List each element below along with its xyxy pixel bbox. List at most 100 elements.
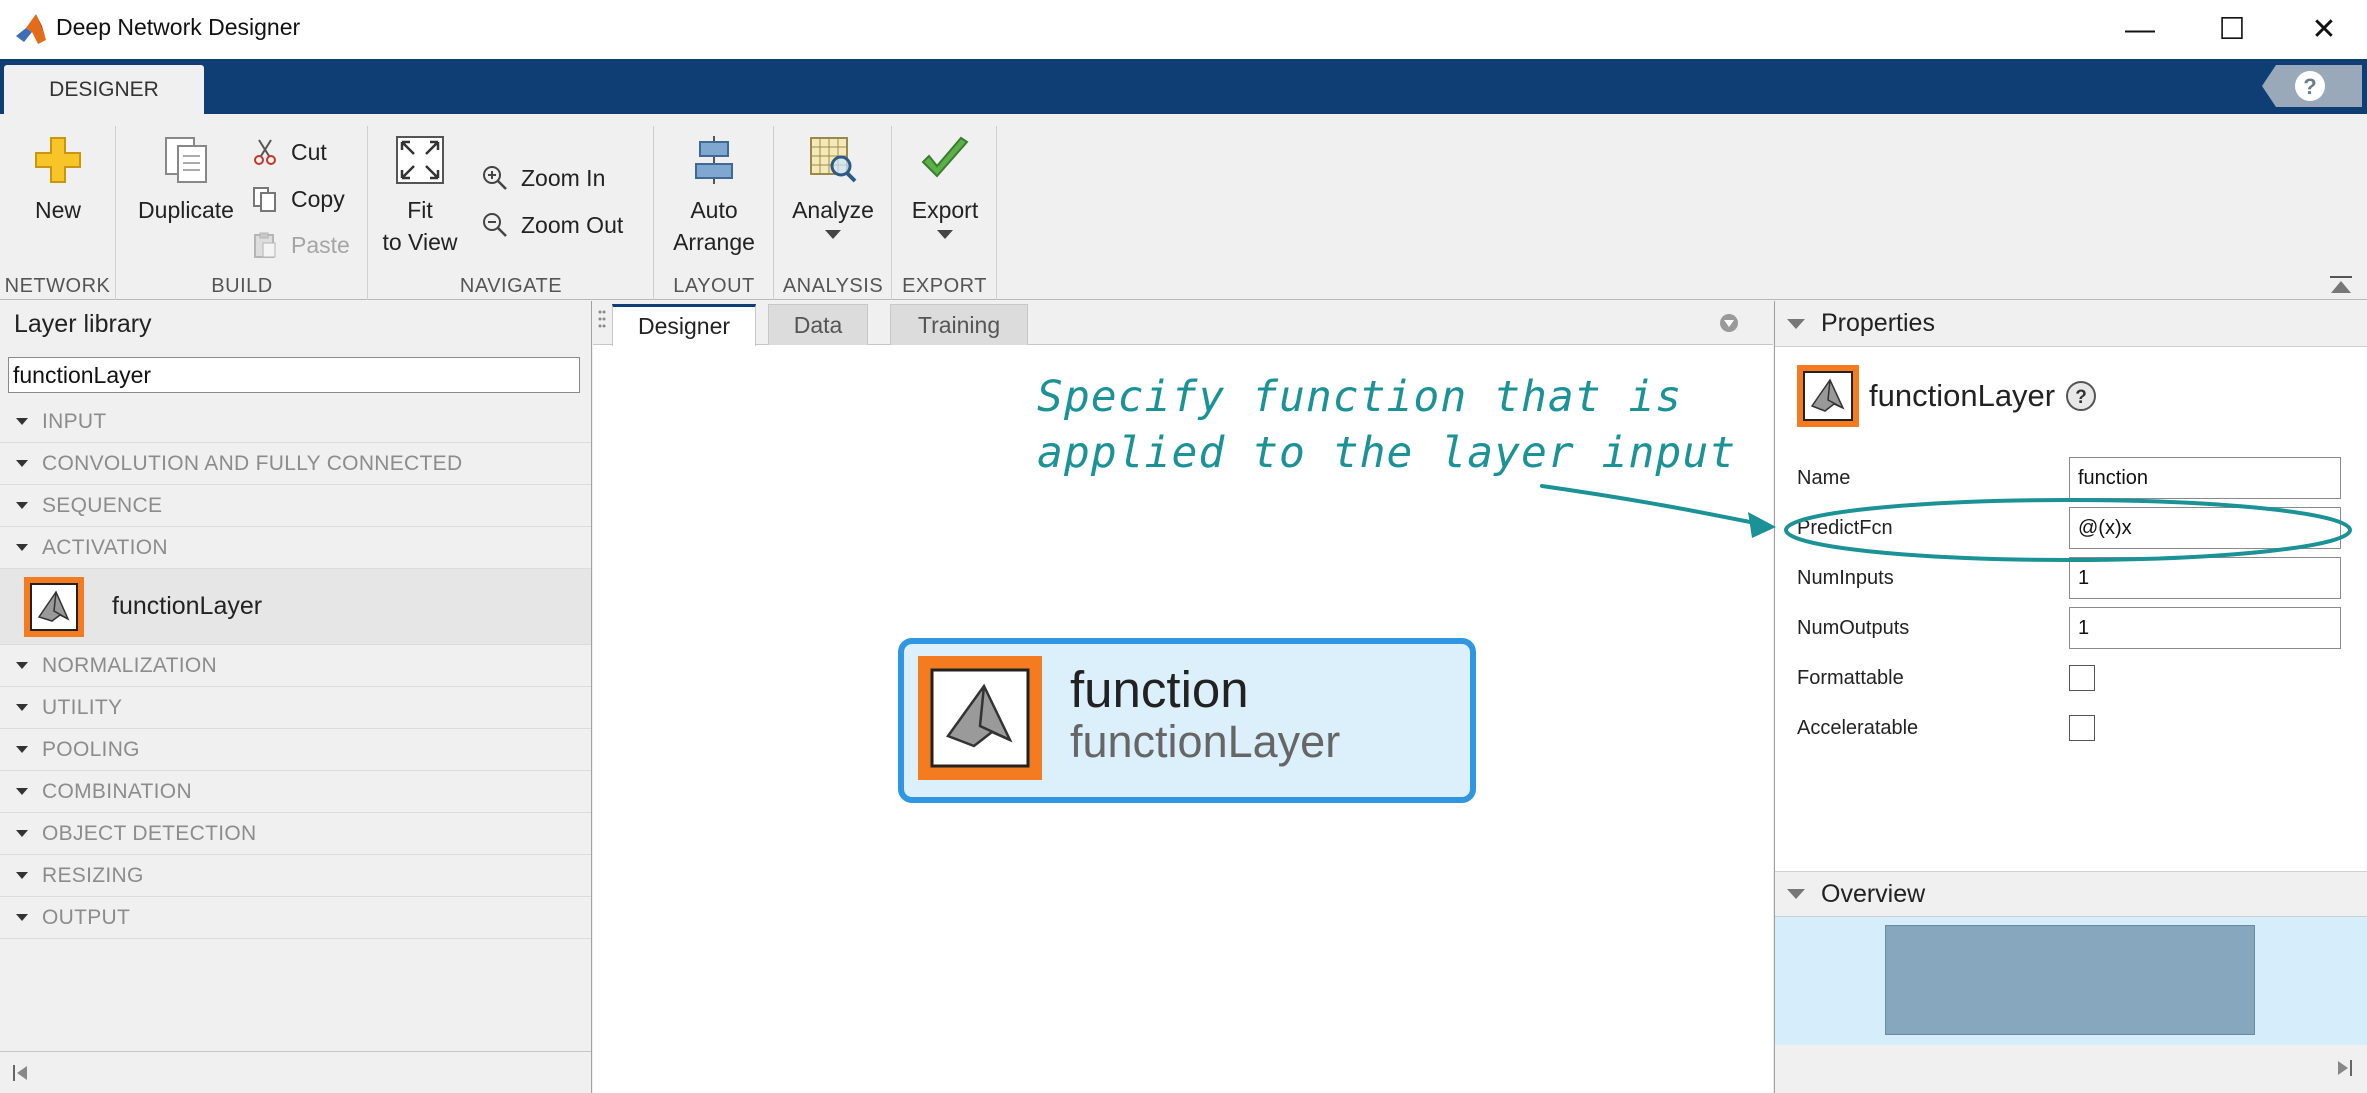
category-convolution[interactable]: CONVOLUTION AND FULLY CONNECTED [0, 443, 591, 485]
node-name: function [1070, 661, 1249, 718]
scroll-left-icon[interactable] [12, 1064, 30, 1082]
analysis-group: Analyze ANALYSIS [775, 126, 892, 300]
zoom-out-button[interactable]: Zoom Out [481, 211, 623, 239]
category-input[interactable]: INPUT [0, 401, 591, 443]
expand-arrow-icon [16, 460, 28, 467]
svg-text:?: ? [2303, 74, 2316, 99]
help-icon[interactable]: ? [2262, 65, 2362, 107]
tab-training[interactable]: Training [890, 304, 1028, 345]
auto-arrange-button[interactable]: Auto Arrange [667, 134, 761, 258]
expand-arrow-icon [16, 704, 28, 711]
expand-arrow-icon [16, 418, 28, 425]
category-pooling[interactable]: POOLING [0, 729, 591, 771]
acceleratable-checkbox[interactable] [2069, 715, 2095, 741]
property-name-row: Name function [1797, 457, 2352, 499]
category-list: INPUT CONVOLUTION AND FULLY CONNECTED SE… [0, 401, 591, 939]
layer-library-header: Layer library [0, 301, 591, 347]
duplicate-icon [165, 137, 207, 183]
properties-header[interactable]: Properties [1775, 301, 2367, 347]
property-predictfcn-row: PredictFcn @(x)x [1797, 507, 2352, 549]
copy-button[interactable]: Copy [251, 185, 345, 213]
navigate-group: Fit to View Zoom In Zoom Out NAVIGATE [369, 126, 654, 300]
layer-item-functionlayer[interactable]: functionLayer [0, 569, 591, 645]
overview-scrollbar[interactable] [1775, 1045, 2367, 1093]
question-help-icon[interactable]: ? [2065, 380, 2097, 412]
auto-arrange-icon [695, 136, 733, 184]
window-title: Deep Network Designer [56, 14, 301, 40]
copy-icon [253, 187, 276, 212]
tab-menu-icon[interactable] [1719, 313, 1739, 333]
tab-designer-canvas[interactable]: Designer [612, 304, 756, 346]
analyze-button[interactable]: Analyze [785, 134, 881, 239]
category-resizing[interactable]: RESIZING [0, 855, 591, 897]
zoom-out-icon [483, 213, 507, 237]
properties-panel: Properties functionLayer ? Name function… [1774, 301, 2367, 1093]
fit-to-view-icon [396, 136, 444, 184]
collapse-toolstrip-icon[interactable] [2328, 274, 2354, 296]
expand-arrow-icon [16, 502, 28, 509]
panel-grip-icon[interactable] [597, 307, 607, 337]
collapse-arrow-icon [1787, 318, 1805, 329]
cut-button[interactable]: Cut [251, 138, 327, 166]
export-checkmark-icon [921, 136, 969, 178]
designer-canvas-panel: Designer Data Training Specify function … [593, 301, 1773, 1093]
numoutputs-field[interactable]: 1 [2069, 607, 2341, 649]
category-utility[interactable]: UTILITY [0, 687, 591, 729]
property-acceleratable-row: Acceleratable [1797, 707, 2352, 749]
layout-group: Auto Arrange LAYOUT [655, 126, 774, 300]
overview-viewport-rect[interactable] [1885, 925, 2255, 1035]
zoom-in-icon [483, 166, 507, 190]
node-type: functionLayer [1070, 716, 1341, 767]
name-field[interactable]: function [2069, 457, 2341, 499]
category-combination[interactable]: COMBINATION [0, 771, 591, 813]
scroll-right-icon[interactable] [2335, 1059, 2353, 1077]
toolstrip: New NETWORK Duplicate Cut Copy Paste BUI… [0, 114, 2367, 300]
maximize-button[interactable]: ☐ [2186, 0, 2278, 59]
close-button[interactable]: ✕ [2278, 0, 2367, 59]
export-button[interactable]: Export [901, 134, 989, 239]
category-sequence[interactable]: SEQUENCE [0, 485, 591, 527]
matlab-logo-icon [16, 14, 46, 44]
svg-text:?: ? [2075, 387, 2087, 408]
category-normalization[interactable]: NORMALIZATION [0, 645, 591, 687]
title-bar: Deep Network Designer — ☐ ✕ [0, 0, 2367, 59]
canvas-tab-strip: Designer Data Training [593, 301, 1773, 346]
zoom-in-button[interactable]: Zoom In [481, 164, 605, 192]
layer-library-panel: Layer library functionLayer INPUT CONVOL… [0, 301, 592, 1093]
expand-arrow-icon [16, 662, 28, 669]
duplicate-button[interactable]: Duplicate [127, 134, 245, 226]
function-layer-node[interactable]: function functionLayer [898, 638, 1476, 803]
property-numinputs-row: NumInputs 1 [1797, 557, 2352, 599]
paste-button[interactable]: Paste [251, 231, 350, 259]
expand-arrow-icon [16, 872, 28, 879]
category-object-detection[interactable]: OBJECT DETECTION [0, 813, 591, 855]
function-layer-icon [24, 576, 84, 637]
tab-designer[interactable]: DESIGNER [4, 65, 204, 114]
category-activation[interactable]: ACTIVATION [0, 527, 591, 569]
library-horizontal-scrollbar[interactable] [0, 1051, 591, 1093]
minimize-button[interactable]: — [2094, 0, 2186, 59]
overview-minimap[interactable] [1775, 917, 2367, 1045]
new-button[interactable]: New [20, 134, 96, 226]
category-output[interactable]: OUTPUT [0, 897, 591, 939]
formattable-checkbox[interactable] [2069, 665, 2095, 691]
overview-header[interactable]: Overview [1775, 871, 2367, 917]
expand-arrow-icon [16, 544, 28, 551]
build-group: Duplicate Cut Copy Paste BUILD [117, 126, 368, 300]
overview-panel: Overview [1775, 871, 2367, 1093]
fit-to-view-button[interactable]: Fit to View [377, 134, 463, 258]
numinputs-field[interactable]: 1 [2069, 557, 2341, 599]
analyze-dropdown-caret-icon[interactable] [825, 230, 841, 239]
scissors-icon [254, 139, 276, 165]
layer-search-input[interactable]: functionLayer [8, 357, 580, 393]
expand-arrow-icon [16, 788, 28, 795]
export-dropdown-caret-icon[interactable] [937, 230, 953, 239]
expand-arrow-icon [16, 830, 28, 837]
ribbon-tab-strip: DESIGNER ? [0, 59, 2367, 114]
predictfcn-field[interactable]: @(x)x [2069, 507, 2341, 549]
expand-arrow-icon [16, 746, 28, 753]
collapse-arrow-icon [1787, 889, 1805, 899]
function-layer-icon [1797, 365, 1859, 427]
properties-layer-title: functionLayer ? [1797, 365, 2097, 427]
tab-data[interactable]: Data [768, 304, 868, 345]
